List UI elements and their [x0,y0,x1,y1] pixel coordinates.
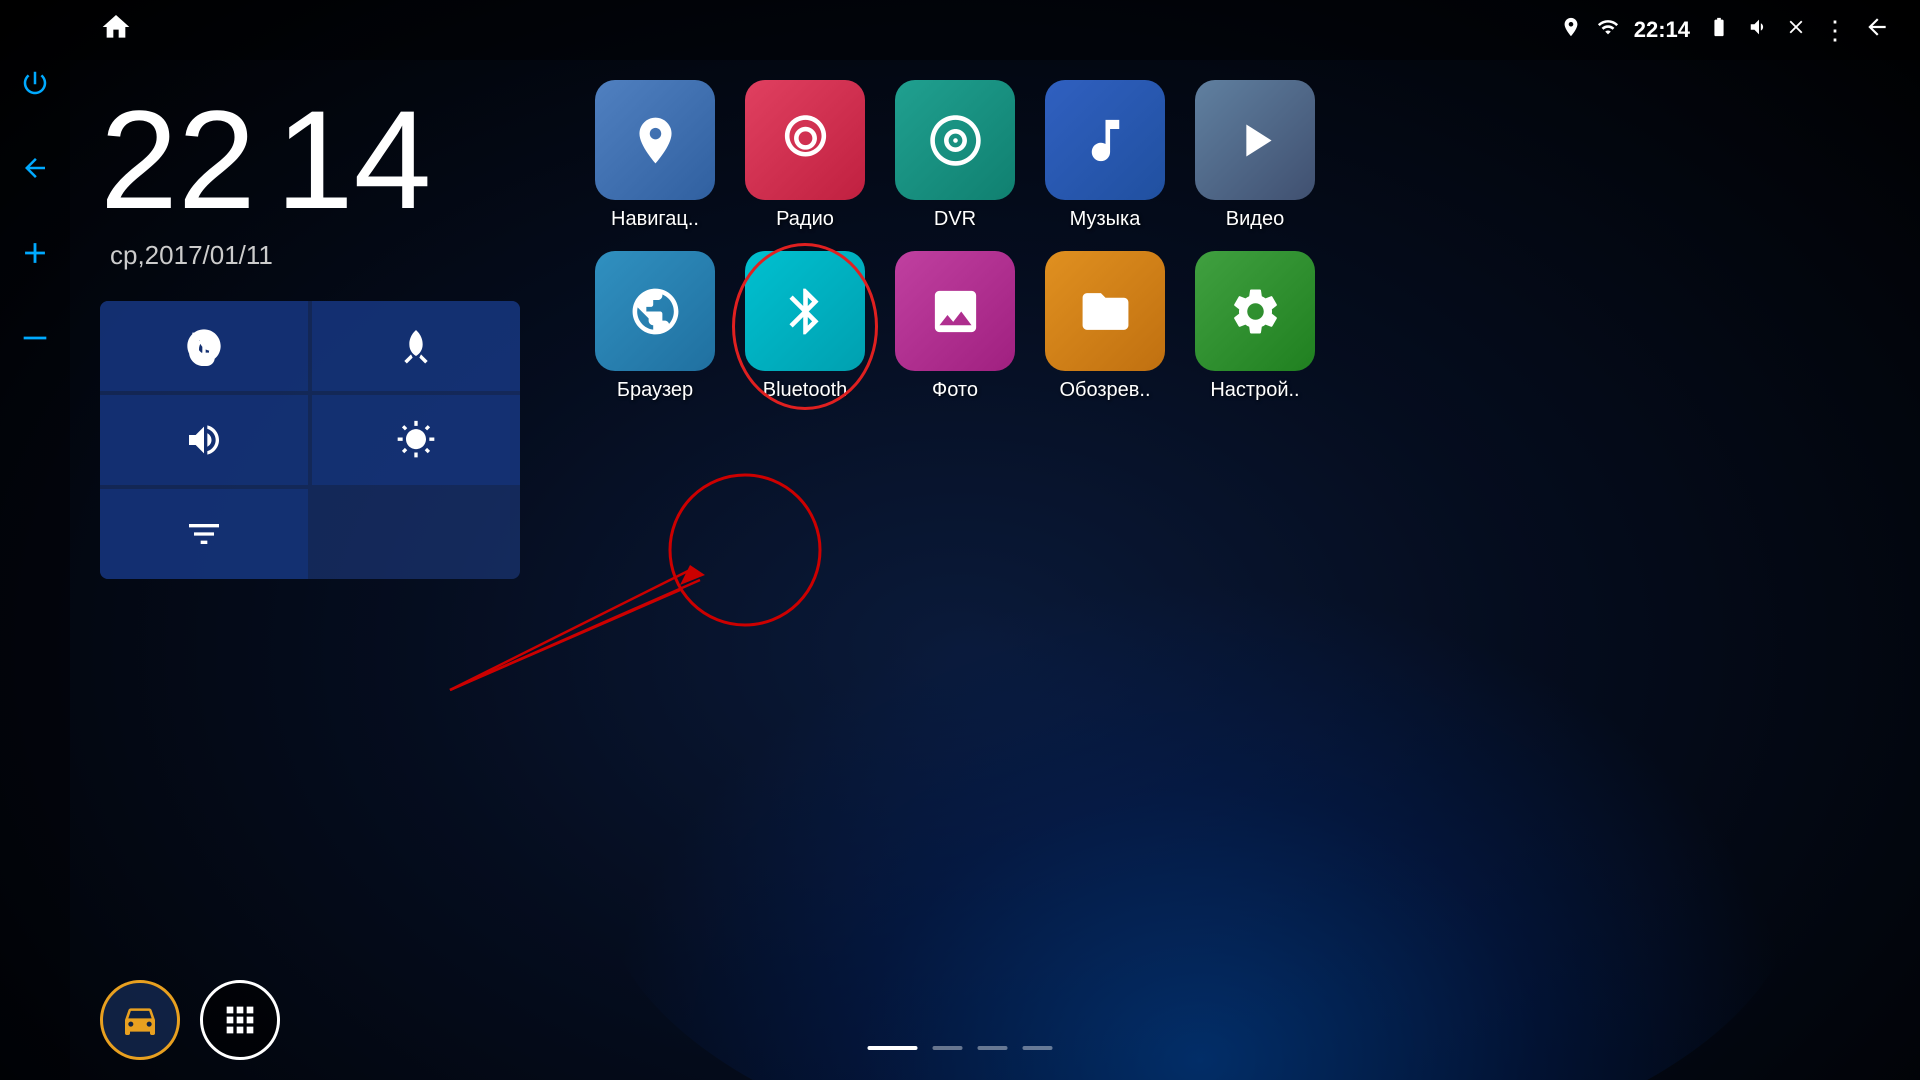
app-settings[interactable]: Настрой.. [1190,251,1320,402]
clock-minutes: 14 [276,90,432,230]
clock-panel: 22 14 ср,2017/01/11 [70,60,550,1080]
app-video[interactable]: Видео [1190,80,1320,231]
app-label-music: Музыка [1070,208,1141,231]
status-right: 22:14 ⋮ [1560,14,1890,46]
page-dot-4 [1023,1046,1053,1050]
app-files[interactable]: Обозрев.. [1040,251,1170,402]
app-icon-photo [895,251,1015,371]
location-icon [1560,16,1582,44]
clock-display: 22 14 [100,90,520,230]
qs-tile-brightness[interactable] [312,395,520,485]
app-label-nav: Навигац.. [611,208,699,231]
nav-back-icon[interactable] [1864,14,1890,46]
app-label-files: Обозрев.. [1059,379,1150,402]
main-content: 22 14 ср,2017/01/11 [70,60,1920,1080]
status-left [100,11,132,50]
page-dot-2 [933,1046,963,1050]
app-icon-nav [595,80,715,200]
app-label-settings: Настрой.. [1210,379,1299,402]
page-indicators [868,1046,1053,1050]
car-head-unit-screen: 22:14 ⋮ 22 14 ср,2017/01/11 [0,0,1920,1080]
app-icon-browser [595,251,715,371]
wifi-icon [1597,16,1619,44]
dock-apps-button[interactable] [200,980,280,1060]
page-dot-1 [868,1046,918,1050]
app-icon-settings [1195,251,1315,371]
qs-tile-volume[interactable] [100,395,308,485]
qs-tile-rocket[interactable] [312,301,520,391]
app-browser[interactable]: Браузер [590,251,720,402]
app-radio[interactable]: Радио [740,80,870,231]
app-icon-video [1195,80,1315,200]
apps-grid: Навигац.. Радио [550,60,1920,1080]
app-dvr[interactable]: DVR [890,80,1020,231]
app-label-radio: Радио [776,208,834,231]
more-icon[interactable]: ⋮ [1822,15,1849,46]
apps-row-1: Навигац.. Радио [590,80,1880,231]
qs-tile-equalizer[interactable] [100,489,308,579]
apps-row-2: Браузер Bluetooth [590,251,1880,402]
bottom-dock [70,980,280,1060]
app-bluetooth[interactable]: Bluetooth [740,251,870,402]
vol-down-button[interactable] [13,315,58,360]
app-icon-music [1045,80,1165,200]
clock-date: ср,2017/01/11 [110,240,520,271]
app-label-dvr: DVR [934,208,976,231]
left-panel [0,0,70,1080]
app-label-video: Видео [1226,208,1284,231]
power-button[interactable] [13,60,58,105]
battery-icon [1705,16,1733,44]
app-icon-bluetooth [745,251,865,371]
app-label-browser: Браузер [617,379,693,402]
app-nav[interactable]: Навигац.. [590,80,720,231]
app-label-photo: Фото [932,379,978,402]
status-bar: 22:14 ⋮ [70,0,1920,60]
close-icon[interactable] [1785,16,1807,44]
back-button[interactable] [13,145,58,190]
app-label-bluetooth: Bluetooth [763,379,848,402]
app-music[interactable]: Музыка [1040,80,1170,231]
status-time: 22:14 [1634,17,1690,43]
home-icon[interactable] [100,11,132,50]
quick-settings-grid [100,301,520,579]
page-dot-3 [978,1046,1008,1050]
app-icon-dvr [895,80,1015,200]
qs-tile-rocket[interactable] [100,301,308,391]
clock-hours: 22 [100,90,256,230]
volume-icon [1748,16,1770,44]
app-photo[interactable]: Фото [890,251,1020,402]
app-icon-radio [745,80,865,200]
vol-up-button[interactable] [13,230,58,275]
app-icon-files [1045,251,1165,371]
dock-car-button[interactable] [100,980,180,1060]
